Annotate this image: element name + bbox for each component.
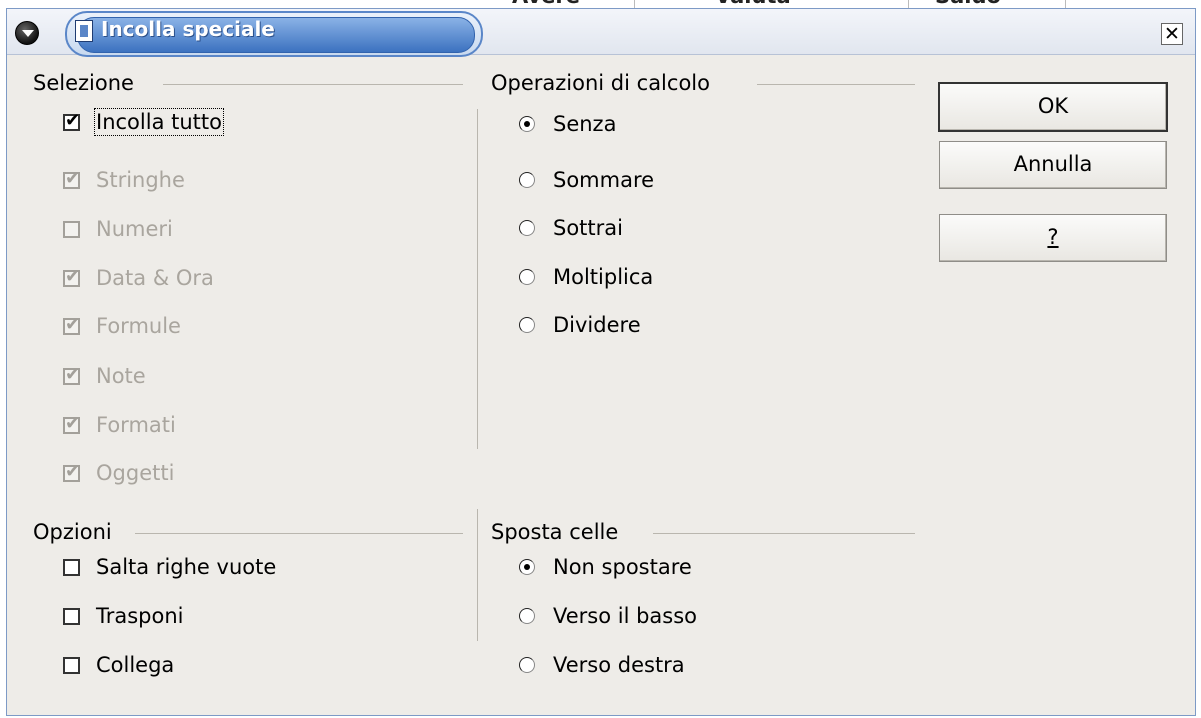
operation-subtract-radio[interactable]: Sottrai — [519, 216, 623, 240]
column-header-saldo: Saldo — [935, 0, 1001, 8]
checkbox-box — [63, 558, 80, 576]
column-header-valuta: Valuta — [715, 0, 791, 8]
radio-label: Verso destra — [553, 653, 685, 677]
checkbox-label: Oggetti — [96, 461, 175, 485]
numbers-checkbox[interactable]: Numeri — [63, 217, 173, 241]
title-bar: Incolla speciale ✕ — [7, 9, 1195, 57]
dialog-title: Incolla speciale — [101, 17, 275, 41]
operation-none-radio[interactable]: Senza — [519, 112, 616, 136]
strings-checkbox[interactable]: ✔ Stringhe — [63, 168, 185, 192]
checkbox-label: Stringhe — [96, 168, 185, 192]
radio-label: Non spostare — [553, 555, 692, 579]
radio-label: Senza — [553, 112, 617, 136]
selection-rule — [163, 84, 463, 85]
radio-button — [519, 269, 535, 285]
checkbox-label: Incolla tutto — [94, 108, 224, 136]
selection-group-title: Selezione — [33, 71, 134, 95]
operation-multiply-radio[interactable]: Moltiplica — [519, 265, 653, 289]
checkbox-box: ✔ — [63, 167, 81, 189]
shift-none-radio[interactable]: Non spostare — [519, 555, 692, 579]
radio-button — [519, 317, 535, 333]
radio-button — [519, 608, 535, 624]
column-divider — [477, 109, 478, 449]
operation-divide-radio[interactable]: Dividere — [519, 313, 641, 337]
checkbox-box — [63, 656, 80, 674]
checkbox-label: Trasponi — [96, 604, 184, 628]
operations-group-title: Operazioni di calcolo — [491, 71, 710, 95]
date-time-checkbox[interactable]: ✔ Data & Ora — [63, 266, 214, 290]
checkbox-label: Data & Ora — [96, 266, 214, 290]
radio-label: Sommare — [553, 168, 655, 192]
column-divider — [477, 509, 478, 641]
checkbox-box: ✔ — [63, 412, 81, 434]
checkbox-box: ✔ — [63, 109, 81, 131]
options-group-title: Opzioni — [33, 520, 112, 544]
skip-empty-rows-checkbox[interactable]: Salta righe vuote — [63, 555, 276, 579]
operation-add-radio[interactable]: Sommare — [519, 168, 654, 192]
checkbox-label: Salta righe vuote — [96, 555, 277, 579]
shift-right-radio[interactable]: Verso destra — [519, 653, 685, 677]
window-menu-icon[interactable] — [15, 21, 39, 45]
formats-checkbox[interactable]: ✔ Formati — [63, 413, 176, 437]
close-icon[interactable]: ✕ — [1161, 23, 1183, 45]
checkbox-label: Formati — [96, 413, 176, 437]
ok-button[interactable]: OK — [938, 82, 1168, 132]
radio-label: Dividere — [553, 313, 641, 337]
checkbox-box: ✔ — [63, 265, 81, 287]
checkbox-label: Formule — [96, 314, 181, 338]
column-header-avere: Avere — [512, 0, 580, 8]
checkbox-box: ✔ — [63, 460, 81, 482]
checkbox-box — [63, 607, 80, 625]
checkbox-label: Note — [96, 364, 146, 388]
radio-label: Moltiplica — [553, 265, 654, 289]
shift-down-radio[interactable]: Verso il basso — [519, 604, 697, 628]
checkbox-box: ✔ — [63, 313, 81, 335]
radio-button — [519, 172, 535, 188]
formulas-checkbox[interactable]: ✔ Formule — [63, 314, 181, 338]
shift-cells-rule — [653, 533, 915, 534]
radio-label: Sottrai — [553, 216, 623, 240]
checkbox-box: ✔ — [63, 363, 81, 385]
radio-button — [519, 116, 535, 132]
options-rule — [135, 533, 463, 534]
notes-checkbox[interactable]: ✔ Note — [63, 364, 146, 388]
operations-rule — [757, 84, 915, 85]
help-button[interactable]: ? — [939, 214, 1167, 262]
link-checkbox[interactable]: Collega — [63, 653, 174, 677]
document-icon — [75, 20, 93, 42]
shift-cells-group-title: Sposta celle — [491, 520, 619, 544]
cancel-button[interactable]: Annulla — [939, 141, 1167, 189]
radio-button — [519, 559, 535, 575]
radio-button — [519, 657, 535, 673]
paste-special-dialog: Incolla speciale ✕ Selezione ✔ Incolla t… — [6, 8, 1196, 716]
paste-all-checkbox[interactable]: ✔ Incolla tutto — [63, 108, 224, 136]
radio-button — [519, 220, 535, 236]
checkbox-box — [63, 220, 80, 238]
radio-label: Verso il basso — [553, 604, 698, 628]
checkbox-label: Numeri — [96, 217, 173, 241]
transpose-checkbox[interactable]: Trasponi — [63, 604, 184, 628]
checkbox-label: Collega — [96, 653, 175, 677]
objects-checkbox[interactable]: ✔ Oggetti — [63, 461, 174, 485]
